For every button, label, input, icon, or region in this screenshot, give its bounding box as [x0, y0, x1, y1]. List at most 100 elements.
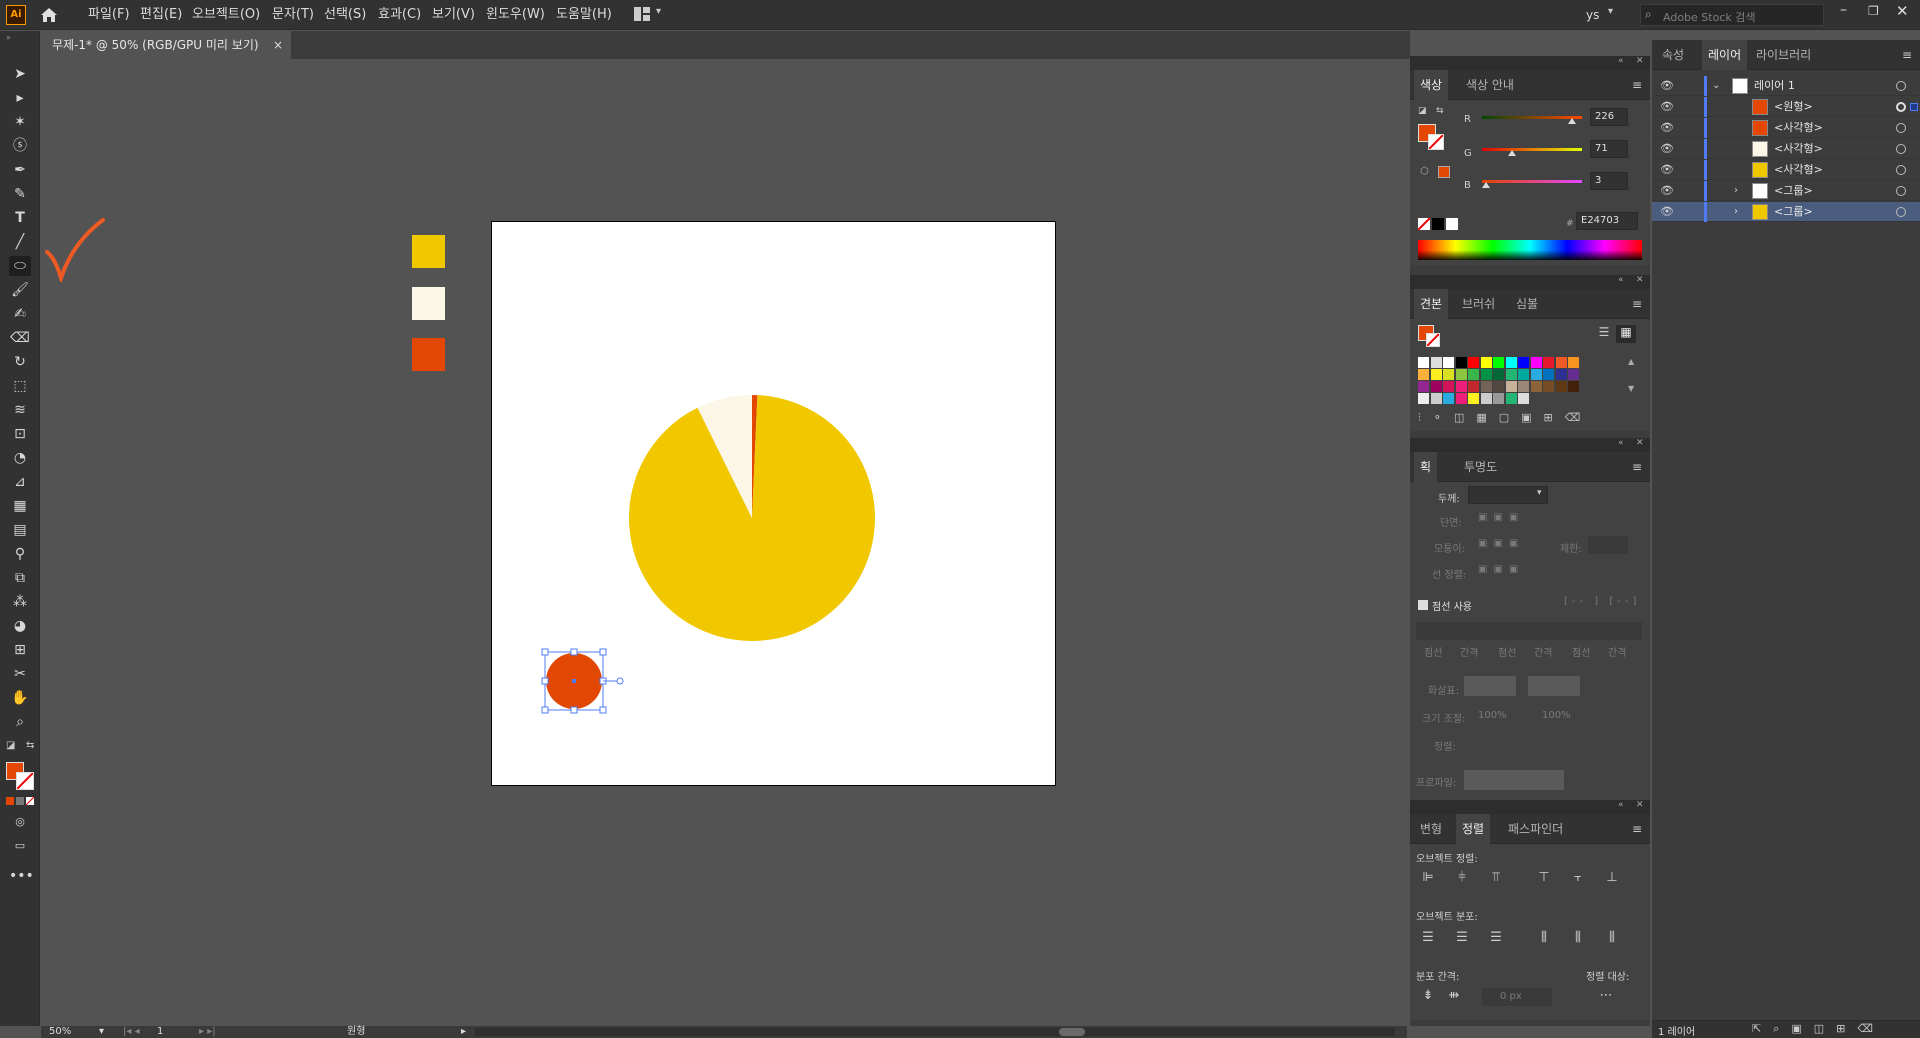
layer-row-selected[interactable]: 👁 › <그룹> [1652, 202, 1920, 222]
swatch-cell[interactable] [1480, 357, 1492, 368]
r-value-input[interactable]: 226 [1590, 108, 1628, 126]
tab-align[interactable]: 정렬 [1456, 814, 1491, 844]
workspace-switcher-icon[interactable] [634, 7, 650, 21]
distribute-left-icon[interactable]: ⫼ [1534, 928, 1554, 948]
close-tab-button[interactable]: × [273, 31, 283, 59]
next-page-icon[interactable]: ▸ ▸| [199, 1026, 216, 1038]
yellow-swatch-square[interactable] [412, 235, 445, 268]
target-icon[interactable] [1896, 102, 1906, 112]
swatch-cell[interactable] [1505, 357, 1517, 368]
swatch-cell[interactable] [1468, 357, 1479, 368]
visibility-eye-icon[interactable]: 👁 [1660, 76, 1674, 96]
spacing-input[interactable]: 0 px [1482, 988, 1552, 1006]
swatch-cell[interactable] [1530, 369, 1542, 380]
visibility-eye-icon[interactable]: 👁 [1660, 202, 1674, 222]
layer-name[interactable]: <사각형> [1774, 118, 1823, 138]
shaper-tool-icon[interactable]: ✍ [9, 304, 31, 324]
swatch-cell[interactable] [1518, 369, 1529, 380]
blend-tool-icon[interactable]: ⧉ [9, 568, 31, 588]
align-left-icon[interactable]: ⊫ [1418, 868, 1438, 888]
swatch-cell[interactable] [1568, 357, 1579, 368]
swatch-cell[interactable] [1543, 381, 1554, 392]
none-black-white-swatches[interactable] [1417, 217, 1458, 231]
layer-name[interactable]: 레이어 1 [1754, 76, 1795, 96]
chevron-down-icon[interactable]: ▾ [1537, 488, 1542, 498]
swatch-scrollbar[interactable]: ▲ ▼ [1628, 357, 1638, 405]
collapse-icon[interactable]: » [6, 33, 11, 42]
scrollbar-thumb[interactable] [1059, 1028, 1085, 1036]
swatch-actions-toolbar[interactable]: ⫶⚬◫▦▢▣⊞⌫ [1418, 411, 1638, 427]
scale-tool-icon[interactable]: ⬚ [9, 376, 31, 396]
layer-name[interactable]: <그룹> [1774, 202, 1813, 222]
horizontal-scrollbar[interactable] [475, 1028, 1395, 1036]
g-value-input[interactable]: 71 [1590, 140, 1628, 158]
close-icon[interactable]: ✕ [1896, 2, 1909, 20]
default-colors-icon[interactable]: ◪ [1418, 106, 1430, 118]
menu-edit[interactable]: 편집(E) [140, 0, 182, 30]
align-vertical-center-icon[interactable]: ⫟ [1568, 868, 1588, 888]
shape-builder-tool-icon[interactable]: ◔ [9, 448, 31, 468]
layer-row[interactable]: 👁 <사각형> [1652, 118, 1920, 138]
color-spectrum[interactable] [1418, 240, 1642, 260]
layer-row[interactable]: 👁 <원형> [1652, 97, 1920, 117]
menu-type[interactable]: 문자(T) [272, 0, 314, 30]
align-top-icon[interactable]: ⊤ [1534, 868, 1554, 888]
swatch-cell[interactable] [1480, 381, 1492, 392]
hex-value-input[interactable]: E24703 [1576, 212, 1638, 230]
visibility-eye-icon[interactable]: 👁 [1660, 97, 1674, 117]
distribute-right-icon[interactable]: ⫼ [1602, 928, 1622, 948]
pie-chart-artwork[interactable] [492, 222, 1057, 787]
stroke-color-swatch[interactable] [1426, 333, 1440, 347]
chevron-right-icon[interactable]: › [1734, 202, 1738, 222]
end-arrow-select[interactable] [1528, 676, 1580, 696]
direct-selection-tool-icon[interactable]: ▸ [9, 88, 31, 108]
restore-icon[interactable]: ❐ [1868, 4, 1879, 18]
swatch-cell[interactable] [1505, 393, 1517, 404]
tab-properties[interactable]: 속성 [1662, 40, 1684, 70]
target-icon[interactable] [1896, 144, 1906, 154]
weight-input[interactable]: ▾ [1468, 486, 1548, 504]
swatch-cell[interactable] [1430, 369, 1442, 380]
stock-search-input[interactable]: ⌕ Adobe Stock 검색 [1640, 4, 1824, 26]
swatch-cell[interactable] [1530, 357, 1542, 368]
r-slider[interactable] [1482, 116, 1582, 124]
tab-layers[interactable]: 레이어 [1702, 40, 1748, 70]
eraser-tool-icon[interactable]: ⌫ [9, 328, 31, 348]
menu-select[interactable]: 선택(S) [324, 0, 366, 30]
tab-pathfinder[interactable]: 패스파인더 [1508, 814, 1563, 844]
swatch-cell[interactable] [1568, 381, 1579, 392]
panel-menu-icon[interactable]: ≡ [1632, 78, 1642, 92]
width-tool-icon[interactable]: ≋ [9, 400, 31, 420]
swatch-cell[interactable] [1430, 381, 1442, 392]
swatch-cell[interactable] [1455, 393, 1467, 404]
swatch-cell[interactable] [1555, 357, 1567, 368]
swatch-cell[interactable] [1505, 381, 1517, 392]
target-icon[interactable] [1896, 165, 1906, 175]
distribute-horizontal-center-icon[interactable]: ⫼ [1568, 928, 1588, 948]
swatch-cell[interactable] [1443, 393, 1454, 404]
swatch-cell[interactable] [1468, 369, 1479, 380]
swatch-cell[interactable] [1518, 381, 1529, 392]
align-bottom-icon[interactable]: ⊥ [1602, 868, 1622, 888]
tab-stroke[interactable]: 획 [1414, 452, 1438, 482]
swatch-cell[interactable] [1493, 381, 1504, 392]
menu-window[interactable]: 윈도우(W) [486, 0, 545, 30]
start-arrow-select[interactable] [1464, 676, 1516, 696]
collapse-icon[interactable]: « [1618, 800, 1624, 810]
tab-color[interactable]: 색상 [1414, 70, 1449, 100]
panel-menu-icon[interactable]: ≡ [1902, 48, 1912, 62]
selected-indicator[interactable] [1910, 103, 1918, 111]
target-icon[interactable] [1896, 207, 1906, 217]
status-arrow-icon[interactable]: ▸ [461, 1026, 466, 1038]
target-icon[interactable] [1896, 123, 1906, 133]
home-icon[interactable] [38, 5, 60, 25]
align-horizontal-center-icon[interactable]: ⫩ [1452, 868, 1472, 888]
minimize-icon[interactable]: – [1840, 2, 1847, 18]
mesh-tool-icon[interactable]: ▦ [9, 496, 31, 516]
align-to-selection-icon[interactable]: ⋯ [1596, 986, 1616, 1006]
swatch-cell[interactable] [1543, 357, 1554, 368]
first-page-icon[interactable]: |◂ ◂ [123, 1026, 140, 1038]
collapse-icon[interactable]: « [1618, 438, 1624, 448]
distribute-bottom-icon[interactable]: ☰ [1486, 928, 1506, 948]
dash-align-buttons[interactable]: [-- ] [--] [1564, 596, 1640, 607]
